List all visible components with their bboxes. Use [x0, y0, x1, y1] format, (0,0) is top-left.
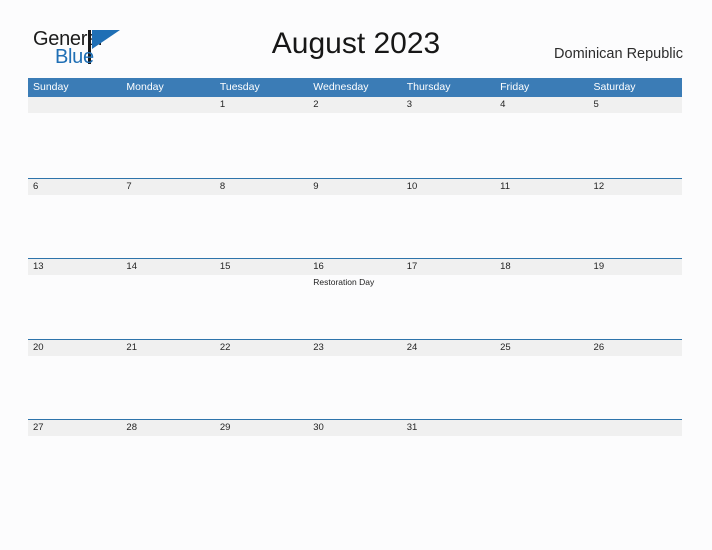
calendar-day-cell[interactable]: 31: [402, 420, 495, 436]
day-number: 2: [313, 99, 319, 110]
country-label: Dominican Republic: [554, 46, 683, 62]
weekday-header-monday: Monday: [126, 81, 164, 93]
day-number: 9: [313, 180, 319, 192]
week-day-cells: 20 21 22 23 24 25 26: [28, 340, 682, 356]
calendar-day-cell[interactable]: 3: [402, 97, 495, 113]
day-number: 26: [593, 341, 605, 353]
day-number: 17: [406, 261, 418, 272]
day-number: 21: [126, 341, 137, 353]
calendar-day-cell[interactable]: 28: [121, 420, 214, 436]
day-number: 16: [313, 261, 324, 272]
holiday-event-label: Restoration Day: [313, 277, 375, 287]
calendar-week-row: 6 7 8 9 10 11 12: [28, 177, 682, 259]
day-number: 13: [33, 261, 44, 272]
day-number: 25: [500, 341, 511, 353]
weekday-header-tuesday: Tuesday: [219, 81, 260, 93]
day-number: 23: [313, 341, 324, 353]
calendar-day-cell[interactable]: 2: [308, 97, 401, 113]
day-number: [33, 97, 121, 113]
calendar-day-cell[interactable]: 9: [308, 179, 401, 195]
calendar-day-cell[interactable]: 23: [308, 340, 401, 356]
calendar-day-cell[interactable]: 26: [589, 340, 682, 356]
week-day-cells: 27 28 29 30 31: [28, 420, 682, 436]
day-number: 22: [219, 341, 231, 353]
calendar-day-cell[interactable]: 8: [215, 179, 308, 195]
calendar-day-cell[interactable]: 15: [215, 259, 308, 288]
calendar-day-cell[interactable]: 18: [495, 259, 588, 288]
page-header: General Blue August 2023 Dominican Repub…: [0, 0, 712, 76]
day-number: 3: [406, 99, 412, 110]
calendar-day-cell[interactable]: 6: [28, 179, 121, 195]
day-event-list: Restoration Day: [313, 276, 401, 288]
day-number: 11: [500, 180, 510, 192]
day-number: 7: [126, 180, 132, 192]
calendar-day-cell[interactable]: 4: [495, 97, 588, 113]
weekday-header-friday: Friday: [500, 81, 530, 93]
calendar-week-row: 20 21 22 23 24 25 26: [28, 338, 682, 420]
calendar-empty-cell: [495, 420, 588, 436]
calendar-week-row: 13 14 15 16 Restoration Day 17 18 19: [28, 258, 682, 339]
day-number: 19: [593, 261, 605, 272]
week-day-cells: 6 7 8 9 10 11 12: [28, 179, 682, 195]
calendar-day-cell[interactable]: 22: [215, 340, 308, 356]
day-number: 14: [126, 261, 137, 272]
calendar-day-cell[interactable]: 27: [28, 420, 121, 436]
day-number: 27: [33, 422, 44, 433]
day-number: 8: [219, 180, 226, 192]
calendar-day-cell[interactable]: 17: [402, 259, 495, 288]
weekday-header-wednesday: Wednesday: [313, 81, 369, 93]
day-number: 4: [500, 99, 506, 110]
calendar-day-cell[interactable]: 5: [589, 97, 682, 113]
calendar-day-cell[interactable]: 14: [121, 259, 214, 288]
calendar-day-cell[interactable]: 20: [28, 340, 121, 356]
day-number: [126, 97, 214, 113]
weekday-header-thursday: Thursday: [406, 81, 451, 93]
calendar-day-cell[interactable]: 13: [28, 259, 121, 288]
calendar-weeks: 1 2 3 4 5 6 7 8 9 10 11 12 13 14 15 16 Restoration Day 17…: [28, 97, 682, 500]
calendar-day-cell[interactable]: 25: [495, 340, 588, 356]
calendar-empty-cell: [28, 97, 121, 113]
day-number: [500, 420, 588, 436]
day-number: 12: [593, 180, 605, 192]
calendar-day-cell[interactable]: 21: [121, 340, 214, 356]
day-number: 6: [33, 180, 39, 192]
weekday-header-sunday: Sunday: [33, 81, 69, 93]
calendar-week-row: 1 2 3 4 5: [28, 97, 682, 178]
week-day-cells: 13 14 15 16 Restoration Day 17 18 19: [28, 259, 682, 288]
calendar-day-cell[interactable]: 30: [308, 420, 401, 436]
calendar-day-cell[interactable]: 24: [402, 340, 495, 356]
day-number: 24: [406, 341, 418, 353]
day-number: 29: [219, 422, 231, 433]
day-number: 10: [406, 180, 418, 192]
weekday-header-row: Sunday Monday Tuesday Wednesday Thursday Frid…: [28, 78, 682, 97]
day-number: [594, 420, 682, 436]
day-number: 30: [313, 422, 324, 433]
calendar-day-cell[interactable]: 11: [495, 179, 588, 195]
week-day-cells: 1 2 3 4 5: [28, 97, 682, 113]
calendar-week-row: 27 28 29 30 31: [28, 419, 682, 500]
day-number: 1: [219, 99, 226, 110]
calendar-day-cell[interactable]: 7: [121, 179, 214, 195]
day-number: 20: [33, 341, 44, 353]
calendar-day-cell[interactable]: 29: [215, 420, 308, 436]
day-number: 31: [406, 422, 418, 433]
calendar-day-cell[interactable]: 19: [589, 259, 682, 288]
day-number: 18: [500, 261, 511, 272]
day-number: 15: [219, 261, 231, 272]
calendar-day-cell[interactable]: 12: [589, 179, 682, 195]
weekday-header-saturday: Saturday: [593, 81, 636, 93]
day-number: 5: [593, 99, 599, 110]
day-number: 28: [126, 422, 137, 433]
calendar-day-cell[interactable]: 10: [402, 179, 495, 195]
calendar-grid: Sunday Monday Tuesday Wednesday Thursday Frid…: [28, 78, 682, 500]
calendar-day-cell[interactable]: 16 Restoration Day: [308, 259, 401, 288]
calendar-empty-cell: [589, 420, 682, 436]
calendar-day-cell[interactable]: 1: [215, 97, 308, 113]
calendar-empty-cell: [121, 97, 214, 113]
